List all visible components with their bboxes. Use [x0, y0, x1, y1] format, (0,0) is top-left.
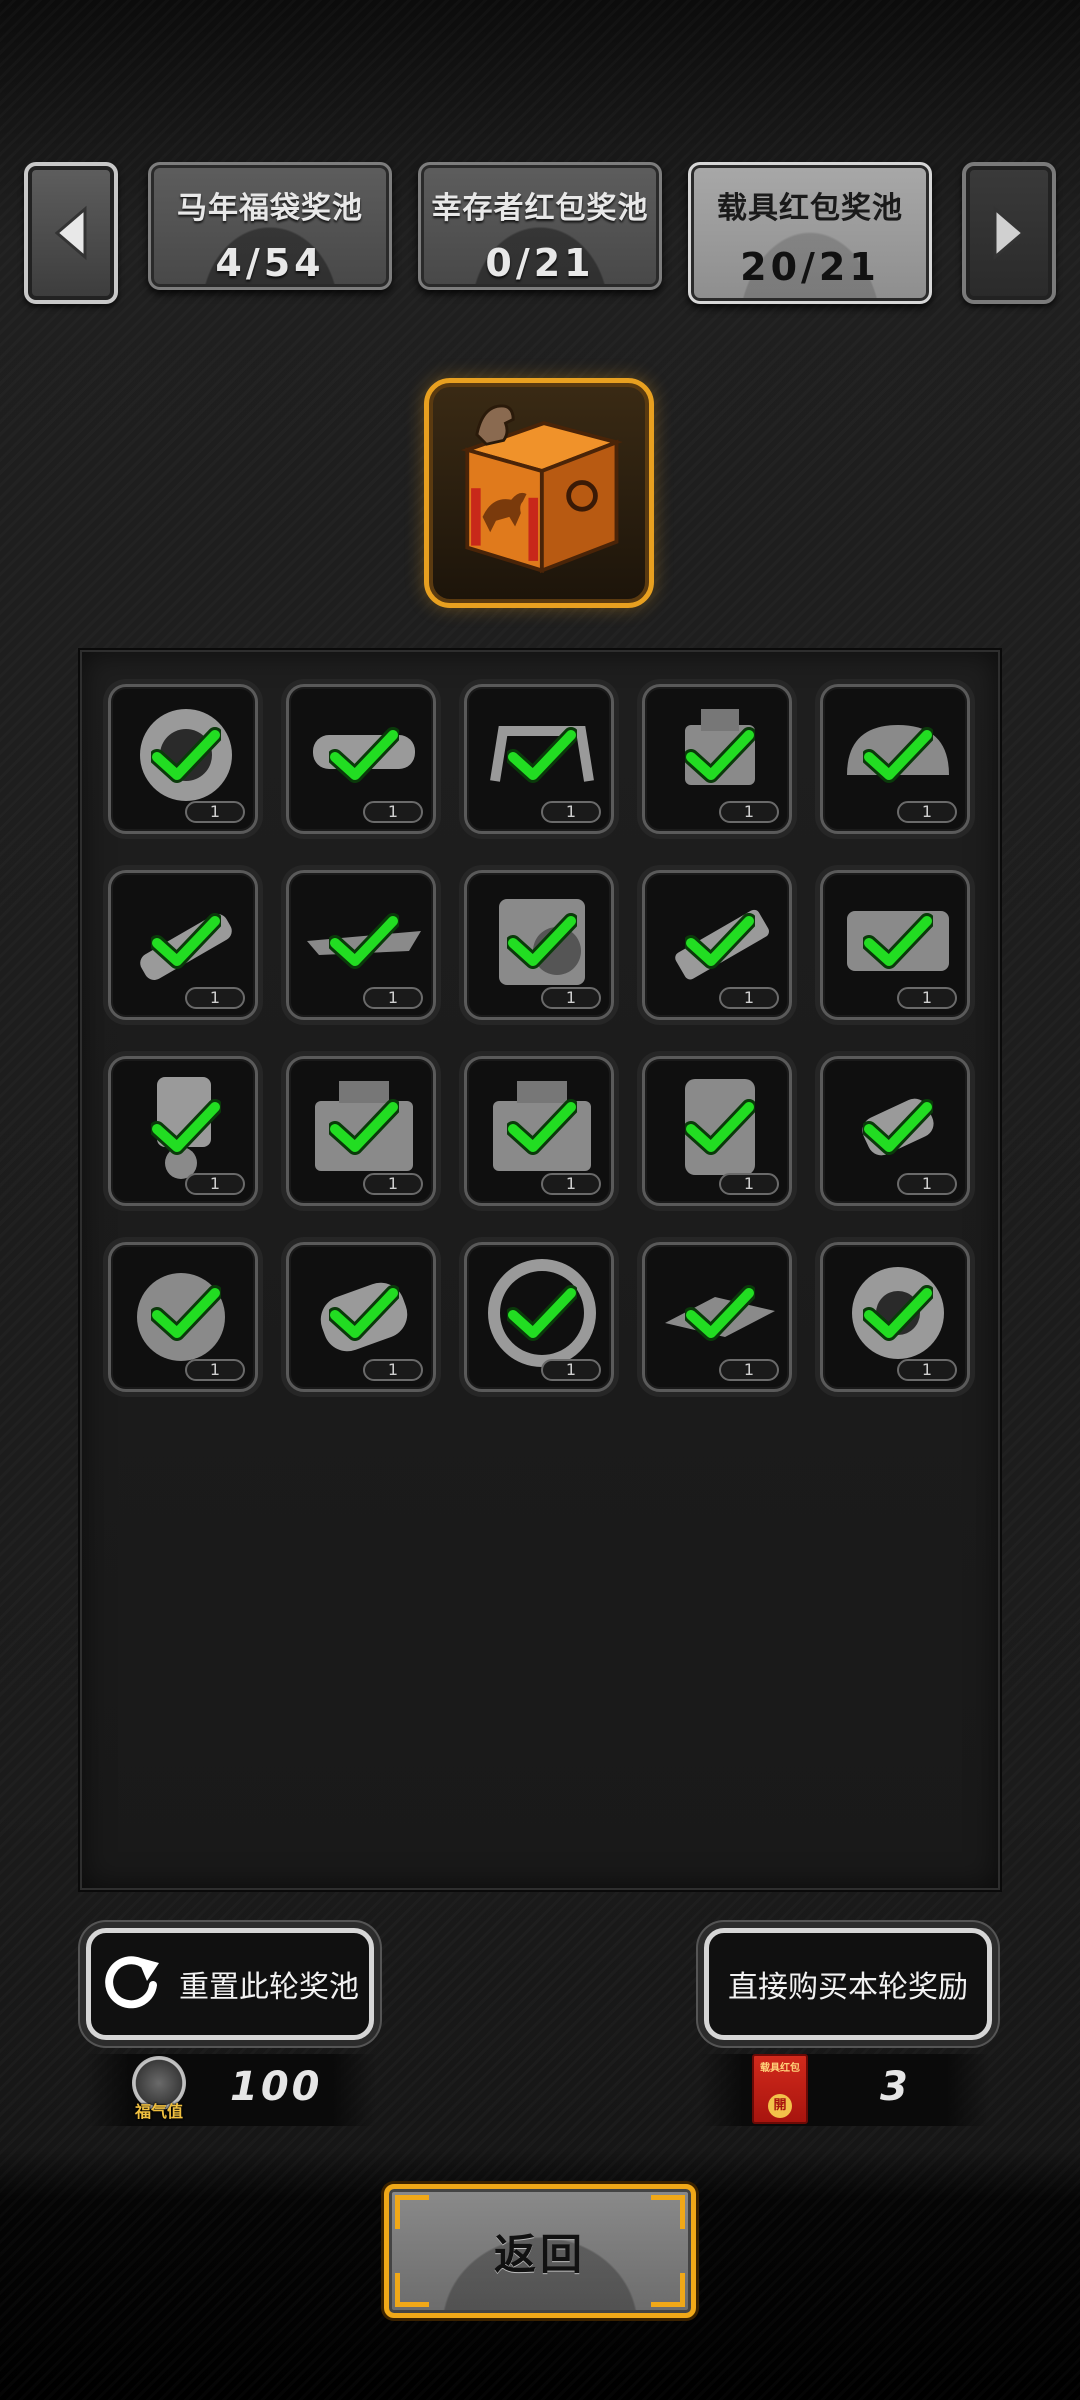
reward-quantity: 1: [541, 1359, 601, 1381]
reward-slot-car-body[interactable]: 1: [820, 684, 970, 834]
reward-quantity: 1: [363, 1173, 423, 1195]
reward-quantity: 1: [719, 1359, 779, 1381]
reward-quantity: 1: [719, 1173, 779, 1195]
fortune-label: 福气值: [134, 2102, 183, 2121]
reward-grid-panel: 1 1 1 1 1 1 1 1 1 1 1 1 1 1 1 1 1 1 1 1: [80, 650, 1000, 1890]
reward-quantity: 1: [541, 801, 601, 823]
reward-slot-v8-engine[interactable]: 1: [820, 870, 970, 1020]
reward-slot-motorcycle-tire[interactable]: 1: [820, 1242, 970, 1392]
green-check-icon: [685, 1099, 755, 1155]
green-check-icon: [507, 1099, 577, 1155]
reward-slot-engine-block[interactable]: 1: [464, 870, 614, 1020]
tab-survivor-envelope-pool[interactable]: 幸存者红包奖池 0/21: [418, 162, 662, 290]
green-check-icon: [329, 727, 399, 783]
back-button[interactable]: 返回: [384, 2184, 696, 2318]
green-check-icon: [329, 1099, 399, 1155]
reset-pool-button[interactable]: 重置此轮奖池: [86, 1928, 374, 2040]
envelope-currency: 载具红包 開 3: [700, 2054, 990, 2126]
reward-quantity: 1: [185, 1359, 245, 1381]
reward-slot-motor[interactable]: 1: [642, 1056, 792, 1206]
chevron-right-icon: [993, 205, 1026, 261]
tab-count: 20/21: [740, 245, 880, 289]
reward-slot-driveshaft[interactable]: 1: [820, 1056, 970, 1206]
green-check-icon: [507, 1285, 577, 1341]
reward-slot-piston[interactable]: 1: [108, 1056, 258, 1206]
reward-slot-tire[interactable]: 1: [108, 684, 258, 834]
reward-slot-toolbox-large[interactable]: 1: [464, 1056, 614, 1206]
buy-round-rewards-button[interactable]: 直接购买本轮奖励: [704, 1928, 992, 2040]
reward-slot-engine-part[interactable]: 1: [642, 684, 792, 834]
horse-chest-icon[interactable]: [424, 378, 654, 608]
reward-quantity: 1: [185, 801, 245, 823]
reward-quantity: 1: [719, 987, 779, 1009]
reward-quantity: 1: [541, 987, 601, 1009]
reward-slot-cylinder[interactable]: 1: [286, 1242, 436, 1392]
green-check-icon: [151, 1285, 221, 1341]
reward-quantity: 1: [363, 987, 423, 1009]
chevron-left-icon: [54, 205, 87, 261]
tab-title: 马年福袋奖池: [177, 191, 363, 226]
reward-slot-bumper[interactable]: 1: [286, 684, 436, 834]
reset-pool-label: 重置此轮奖池: [179, 1970, 359, 2005]
tab-count: 4/54: [215, 241, 325, 285]
reward-quantity: 1: [719, 801, 779, 823]
reward-pool-screen: 马年福袋奖池 4/54 幸存者红包奖池 0/21 载具红包奖池 20/21 1 …: [0, 0, 1080, 2400]
buy-round-rewards-label: 直接购买本轮奖励: [728, 1970, 968, 2005]
reward-slot-roll-cage[interactable]: 1: [464, 684, 614, 834]
reward-slot-chain-wheel[interactable]: 1: [464, 1242, 614, 1392]
next-pool-button[interactable]: [962, 162, 1056, 304]
green-check-icon: [863, 1099, 933, 1155]
reward-slot-exhaust[interactable]: 1: [108, 870, 258, 1020]
fortune-currency: 福气值 100: [86, 2054, 376, 2126]
envelope-value: 3: [880, 2064, 911, 2110]
reward-slot-chassis-frame[interactable]: 1: [642, 1242, 792, 1392]
fortune-value: 100: [230, 2064, 323, 2110]
envelope-label: 载具红包: [760, 2063, 800, 2074]
green-check-icon: [151, 913, 221, 969]
reward-quantity: 1: [897, 801, 957, 823]
tab-vehicle-envelope-pool[interactable]: 载具红包奖池 20/21: [688, 162, 932, 304]
refresh-icon: [105, 1956, 159, 2009]
reward-slot-spoiler[interactable]: 1: [286, 870, 436, 1020]
green-check-icon: [151, 1099, 221, 1155]
tab-horse-year-bag-pool[interactable]: 马年福袋奖池 4/54: [148, 162, 392, 290]
reward-slot-toolbox[interactable]: 1: [286, 1056, 436, 1206]
tab-count: 0/21: [485, 241, 595, 285]
green-check-icon: [685, 727, 755, 783]
green-check-icon: [863, 727, 933, 783]
green-check-icon: [685, 913, 755, 969]
green-check-icon: [863, 913, 933, 969]
envelope-seal: 開: [768, 2094, 792, 2118]
green-check-icon: [151, 727, 221, 783]
tab-title: 载具红包奖池: [717, 191, 903, 226]
red-envelope-icon: 载具红包 開: [752, 2054, 808, 2124]
reward-quantity: 1: [363, 801, 423, 823]
green-check-icon: [685, 1285, 755, 1341]
reward-quantity: 1: [541, 1173, 601, 1195]
green-check-icon: [507, 913, 577, 969]
reward-quantity: 1: [185, 987, 245, 1009]
reward-quantity: 1: [897, 1173, 957, 1195]
green-check-icon: [507, 727, 577, 783]
back-label: 返回: [493, 2229, 586, 2279]
reward-quantity: 1: [185, 1173, 245, 1195]
green-check-icon: [329, 1285, 399, 1341]
prev-pool-button[interactable]: [24, 162, 118, 304]
fortune-coin-icon: 福气值: [126, 2056, 192, 2126]
green-check-icon: [863, 1285, 933, 1341]
reward-quantity: 1: [897, 987, 957, 1009]
reward-slot-turbo[interactable]: 1: [108, 1242, 258, 1392]
tab-title: 幸存者红包奖池: [431, 191, 649, 226]
green-check-icon: [329, 913, 399, 969]
reward-slot-muffler[interactable]: 1: [642, 870, 792, 1020]
reward-quantity: 1: [363, 1359, 423, 1381]
reward-quantity: 1: [897, 1359, 957, 1381]
